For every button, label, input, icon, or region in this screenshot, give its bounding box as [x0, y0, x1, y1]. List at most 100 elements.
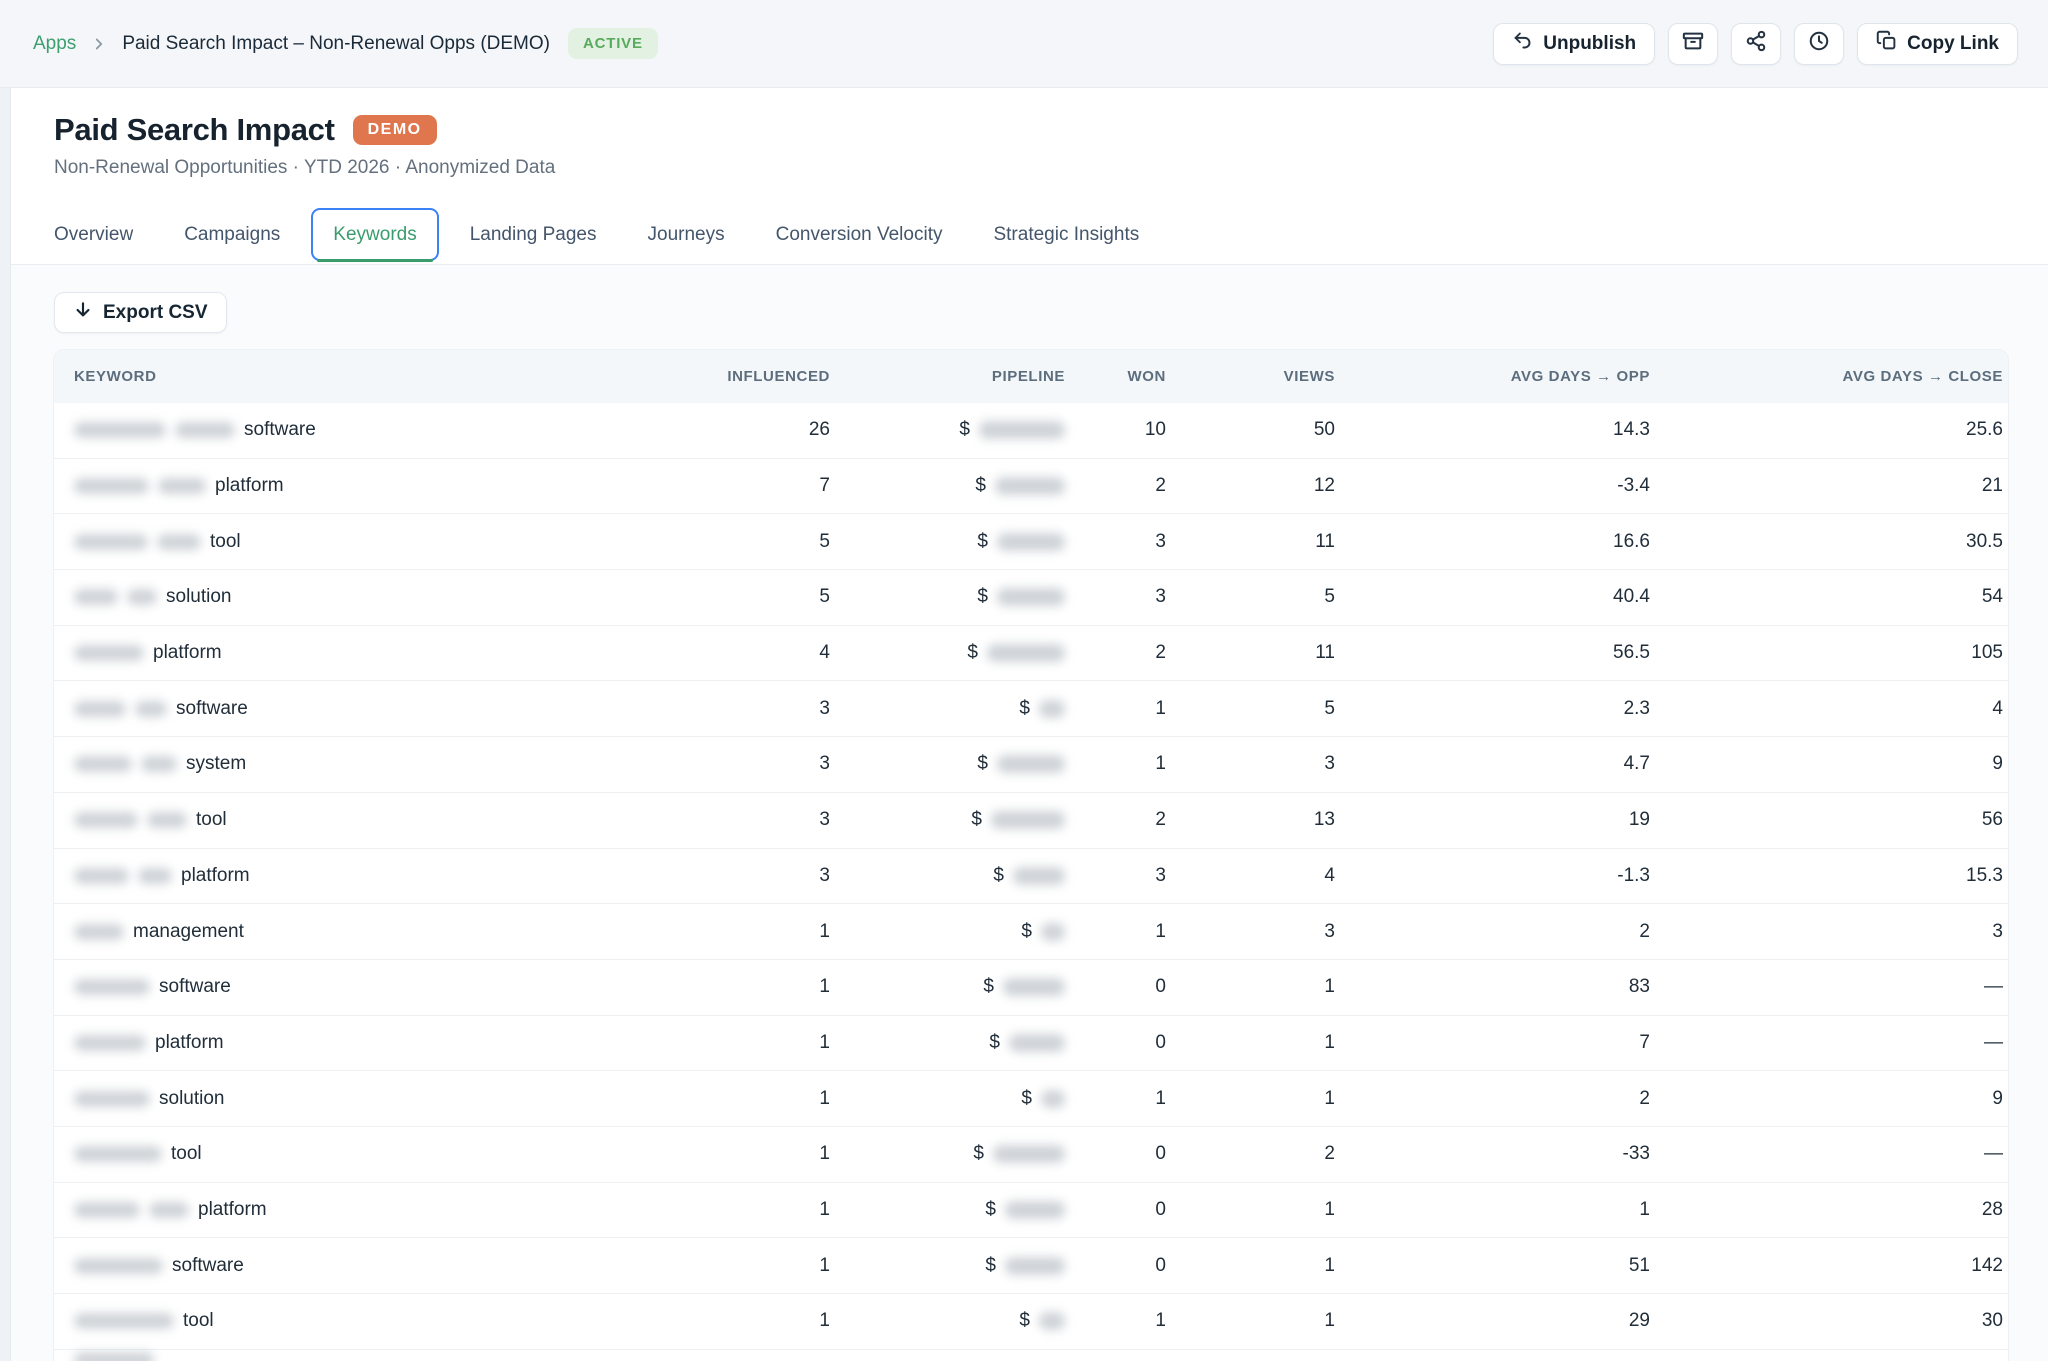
table-row: solution5$3540.454 — [54, 570, 2008, 626]
keyword-cell: platform — [74, 865, 670, 887]
influenced-cell: 1 — [670, 1032, 830, 1054]
avg-days-opp-cell: 1 — [1335, 1199, 1650, 1221]
history-clock-icon — [1808, 30, 1830, 58]
redacted-keyword-text — [74, 1035, 146, 1051]
redacted-pipeline-amount — [1005, 1201, 1065, 1219]
won-cell: 3 — [1065, 531, 1166, 553]
column-header: KEYWORD — [74, 368, 670, 385]
download-arrow-icon — [73, 300, 93, 326]
table-row: tool1$02-33— — [54, 1127, 2008, 1183]
keyword-cell — [74, 1352, 670, 1361]
redacted-pipeline-amount — [997, 588, 1065, 606]
tab-conversion-velocity[interactable]: Conversion Velocity — [756, 210, 963, 259]
table-row: software1$0151142 — [54, 1238, 2008, 1294]
table-body: software26$105014.325.6platform7$212-3.4… — [54, 403, 2008, 1361]
pipeline-cell: $ — [830, 419, 1065, 441]
avg-days-opp-cell: 2 — [1335, 1088, 1650, 1110]
pipeline-cell: $ — [830, 1088, 1065, 1110]
table-row: platform1$01128 — [54, 1183, 2008, 1239]
table-row: software26$105014.325.6 — [54, 403, 2008, 459]
redacted-pipeline-amount — [987, 644, 1065, 662]
redacted-keyword-text — [74, 589, 118, 605]
avg-days-close-cell: 54 — [1650, 586, 2003, 608]
avg-days-opp-cell: 83 — [1335, 976, 1650, 998]
redacted-keyword-text — [74, 478, 149, 494]
share-button[interactable] — [1731, 23, 1781, 65]
redacted-pipeline-amount — [995, 477, 1065, 495]
keyword-cell: platform — [74, 642, 670, 664]
currency-prefix: $ — [1021, 1088, 1032, 1110]
keyword-cell: platform — [74, 475, 670, 497]
unpublish-button[interactable]: Unpublish — [1493, 23, 1655, 65]
table-row: tool3$2131956 — [54, 793, 2008, 849]
avg-days-close-cell: 28 — [1650, 1199, 2003, 1221]
pipeline-cell: $ — [830, 921, 1065, 943]
views-cell: 5 — [1166, 586, 1335, 608]
export-csv-label: Export CSV — [103, 302, 208, 324]
avg-days-close-cell: 21 — [1650, 475, 2003, 497]
views-cell: 12 — [1166, 475, 1335, 497]
keyword-visible-text: tool — [196, 809, 227, 831]
history-button[interactable] — [1794, 23, 1844, 65]
views-cell: 3 — [1166, 921, 1335, 943]
redacted-keyword-text — [74, 701, 126, 717]
status-badge: ACTIVE — [568, 28, 658, 59]
share-icon — [1745, 30, 1767, 58]
tab-journeys[interactable]: Journeys — [628, 210, 745, 259]
table-row: solution1$1129 — [54, 1071, 2008, 1127]
influenced-cell: 4 — [670, 642, 830, 664]
influenced-cell: 7 — [670, 475, 830, 497]
keyword-visible-text: tool — [210, 531, 241, 553]
views-cell: 1 — [1166, 1032, 1335, 1054]
avg-days-opp-cell: 51 — [1335, 1255, 1650, 1277]
keyword-cell: solution — [74, 1088, 670, 1110]
keyword-cell: management — [74, 921, 670, 943]
currency-prefix: $ — [977, 586, 988, 608]
page-header: Paid Search Impact DEMO Non-Renewal Oppo… — [11, 88, 2048, 205]
table-row: platform1$017— — [54, 1016, 2008, 1072]
keyword-cell: system — [74, 753, 670, 775]
copy-link-button[interactable]: Copy Link — [1857, 23, 2018, 65]
avg-days-close-cell: 142 — [1650, 1255, 2003, 1277]
tab-keywords[interactable]: Keywords — [311, 208, 438, 261]
currency-prefix: $ — [1019, 698, 1030, 720]
keyword-cell: software — [74, 419, 670, 441]
avg-days-close-cell: — — [1650, 976, 2003, 998]
pipeline-cell: $ — [830, 531, 1065, 553]
archive-button[interactable] — [1668, 23, 1718, 65]
table-row: system3$134.79 — [54, 737, 2008, 793]
influenced-cell: 1 — [670, 1088, 830, 1110]
tab-overview[interactable]: Overview — [34, 210, 153, 259]
redacted-pipeline-amount — [1003, 978, 1065, 996]
column-header: AVG DAYS → OPP — [1335, 368, 1650, 385]
breadcrumb-current: Paid Search Impact – Non-Renewal Opps (D… — [122, 33, 550, 55]
breadcrumb-apps-link[interactable]: Apps — [33, 33, 76, 55]
export-csv-button[interactable]: Export CSV — [54, 292, 227, 333]
redacted-keyword-text — [135, 701, 167, 717]
redacted-keyword-text — [74, 1202, 140, 1218]
table-header-row: KEYWORDINFLUENCEDPIPELINEWONVIEWSAVG DAY… — [54, 350, 2008, 403]
redacted-pipeline-amount — [1039, 700, 1065, 718]
tab-campaigns[interactable]: Campaigns — [164, 210, 300, 259]
won-cell: 1 — [1065, 921, 1166, 943]
influenced-cell: 3 — [670, 865, 830, 887]
keyword-visible-text: platform — [155, 1032, 224, 1054]
views-cell: 5 — [1166, 698, 1335, 720]
archive-icon — [1682, 30, 1704, 58]
avg-days-opp-cell: -3.4 — [1335, 475, 1650, 497]
tab-landing-pages[interactable]: Landing Pages — [450, 210, 617, 259]
won-cell: 10 — [1065, 419, 1166, 441]
copy-icon — [1876, 30, 1897, 57]
column-header: VIEWS — [1166, 368, 1335, 385]
column-header: INFLUENCED — [670, 368, 830, 385]
redacted-keyword-text — [74, 1091, 150, 1107]
avg-days-opp-cell: 7 — [1335, 1032, 1650, 1054]
avg-days-close-cell: 105 — [1650, 642, 2003, 664]
table-row: software3$152.34 — [54, 681, 2008, 737]
keyword-visible-text: platform — [181, 865, 250, 887]
tab-strategic-insights[interactable]: Strategic Insights — [973, 210, 1159, 259]
redacted-pipeline-amount — [1041, 923, 1065, 941]
pipeline-cell: $ — [830, 865, 1065, 887]
redacted-keyword-text — [147, 812, 187, 828]
avg-days-opp-cell: 56.5 — [1335, 642, 1650, 664]
